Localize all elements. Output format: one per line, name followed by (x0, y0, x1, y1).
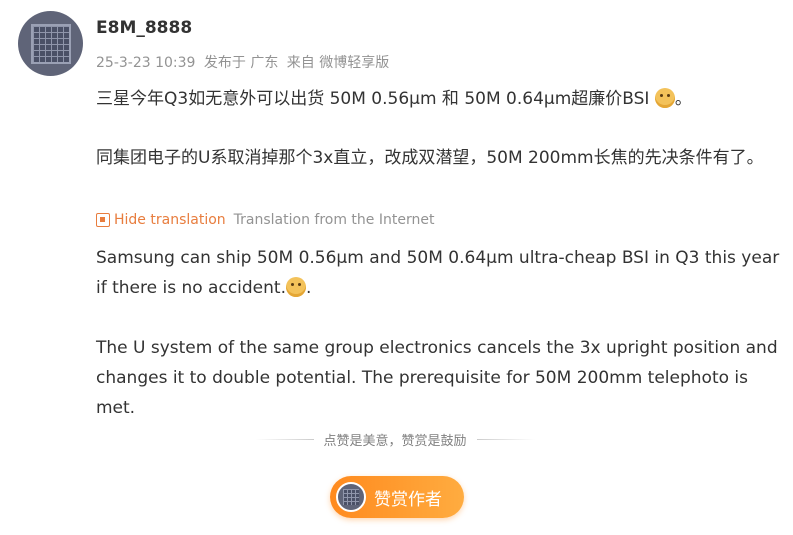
hide-translation-link[interactable]: Hide translation (114, 212, 226, 228)
reward-divider-text: 点赞是美意，赞赏是鼓励 (323, 434, 467, 449)
reward-avatar (336, 482, 366, 512)
pixel-grid-avatar-icon (30, 23, 71, 64)
username[interactable]: E8M_8888 (96, 18, 192, 38)
translated-body: Samsung can ship 50M 0.56μm and 50M 0.64… (96, 243, 786, 423)
post-line-1-end: 。 (674, 89, 692, 109)
reward-author-button[interactable]: 赞赏作者 (330, 476, 464, 518)
post-source[interactable]: 来自 微博轻享版 (287, 55, 389, 71)
reward-divider: 点赞是美意，赞赏是鼓励 (255, 430, 536, 449)
translation-source: Translation from the Internet (233, 212, 435, 228)
divider-line-right (476, 439, 536, 440)
translated-line-1-end: . (305, 278, 312, 298)
translated-paragraph-1: Samsung can ship 50M 0.56μm and 50M 0.64… (96, 243, 786, 303)
post-body: 三星今年Q3如无意外可以出货 50M 0.56μm 和 50M 0.64μm超廉… (96, 84, 786, 173)
doge-emoji-icon (285, 277, 306, 297)
post-paragraph-1: 三星今年Q3如无意外可以出货 50M 0.56μm 和 50M 0.64μm超廉… (96, 84, 786, 114)
post-line-1: 三星今年Q3如无意外可以出货 50M 0.56μm 和 50M 0.64μm超廉… (96, 89, 650, 109)
post-meta: 25-3-23 10:39 发布于 广东 来自 微博轻享版 (96, 52, 393, 72)
post-location: 发布于 广东 (203, 55, 279, 71)
doge-emoji-icon (654, 88, 675, 108)
translate-icon (96, 213, 110, 227)
translated-paragraph-2: The U system of the same group electroni… (96, 338, 778, 418)
pixel-grid-avatar-icon (343, 489, 359, 505)
post-paragraph-2: 同集团电子的U系取消掉那个3x直立，改成双潜望，50M 200mm长焦的先决条件… (96, 148, 764, 168)
translation-bar: Hide translation Translation from the In… (96, 212, 434, 228)
divider-line-left (255, 439, 314, 440)
translated-line-1: Samsung can ship 50M 0.56μm and 50M 0.64… (96, 248, 780, 298)
reward-button-label: 赞赏作者 (374, 489, 442, 510)
user-avatar[interactable] (18, 11, 83, 76)
post-timestamp[interactable]: 25-3-23 10:39 (96, 55, 195, 71)
